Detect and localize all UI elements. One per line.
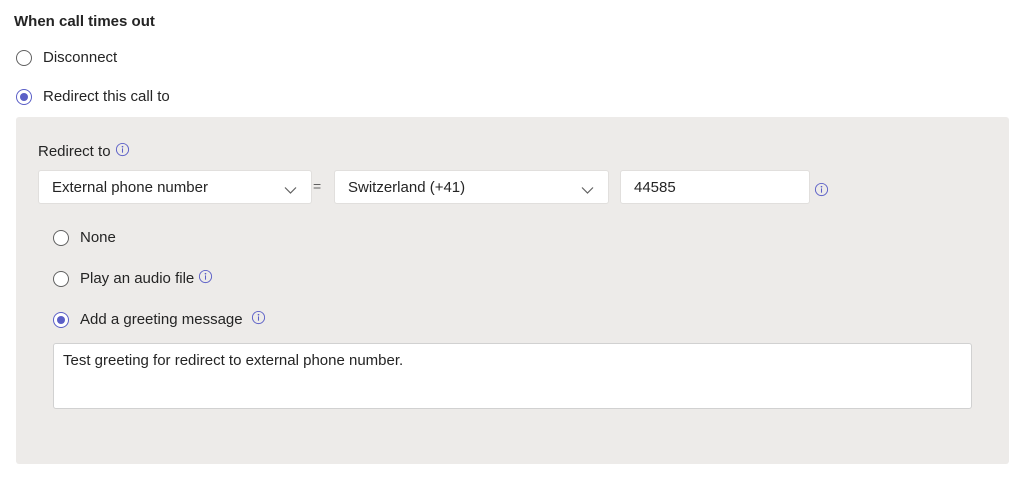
- greeting-message-text: Test greeting for redirect to external p…: [63, 352, 404, 369]
- radio-disconnect[interactable]: Disconnect: [16, 49, 117, 66]
- radio-label: Disconnect: [43, 49, 118, 66]
- redirect-panel: Redirect to External phone number = Swit…: [16, 117, 1009, 464]
- radio-redirect[interactable]: Redirect this call to: [16, 88, 170, 105]
- radio-button-selected[interactable]: [16, 88, 32, 105]
- radio-greeting-message[interactable]: Add a greeting message: [53, 310, 266, 329]
- greeting-message-textarea[interactable]: Test greeting for redirect to external p…: [53, 343, 972, 409]
- phone-number-value: 44585: [634, 178, 676, 196]
- redirect-target-dropdown[interactable]: External phone number: [38, 170, 312, 204]
- info-icon[interactable]: [814, 182, 829, 202]
- redirect-to-label: Redirect to: [38, 142, 130, 161]
- radio-label: Add a greeting message: [80, 311, 243, 328]
- radio-button[interactable]: [53, 229, 69, 246]
- chevron-down-icon: [284, 182, 297, 199]
- equals-separator: =: [313, 178, 322, 194]
- radio-play-audio[interactable]: Play an audio file: [53, 269, 213, 288]
- radio-label: None: [80, 229, 116, 246]
- section-title: When call times out: [14, 13, 155, 30]
- redirect-target-value: External phone number: [52, 178, 208, 196]
- radio-button[interactable]: [53, 270, 69, 287]
- radio-label: Play an audio file: [80, 270, 195, 287]
- radio-button-selected[interactable]: [53, 311, 69, 328]
- radio-label: Redirect this call to: [43, 88, 170, 105]
- info-icon[interactable]: [198, 269, 213, 288]
- chevron-down-icon: [581, 182, 594, 199]
- info-icon[interactable]: [251, 310, 266, 329]
- info-icon[interactable]: [115, 142, 130, 161]
- radio-greeting-none[interactable]: None: [53, 229, 116, 246]
- country-code-dropdown[interactable]: Switzerland (+41): [334, 170, 609, 204]
- phone-number-input[interactable]: 44585: [620, 170, 810, 204]
- redirect-to-text: Redirect to: [38, 143, 111, 160]
- country-code-value: Switzerland (+41): [348, 178, 466, 196]
- radio-button[interactable]: [16, 49, 32, 66]
